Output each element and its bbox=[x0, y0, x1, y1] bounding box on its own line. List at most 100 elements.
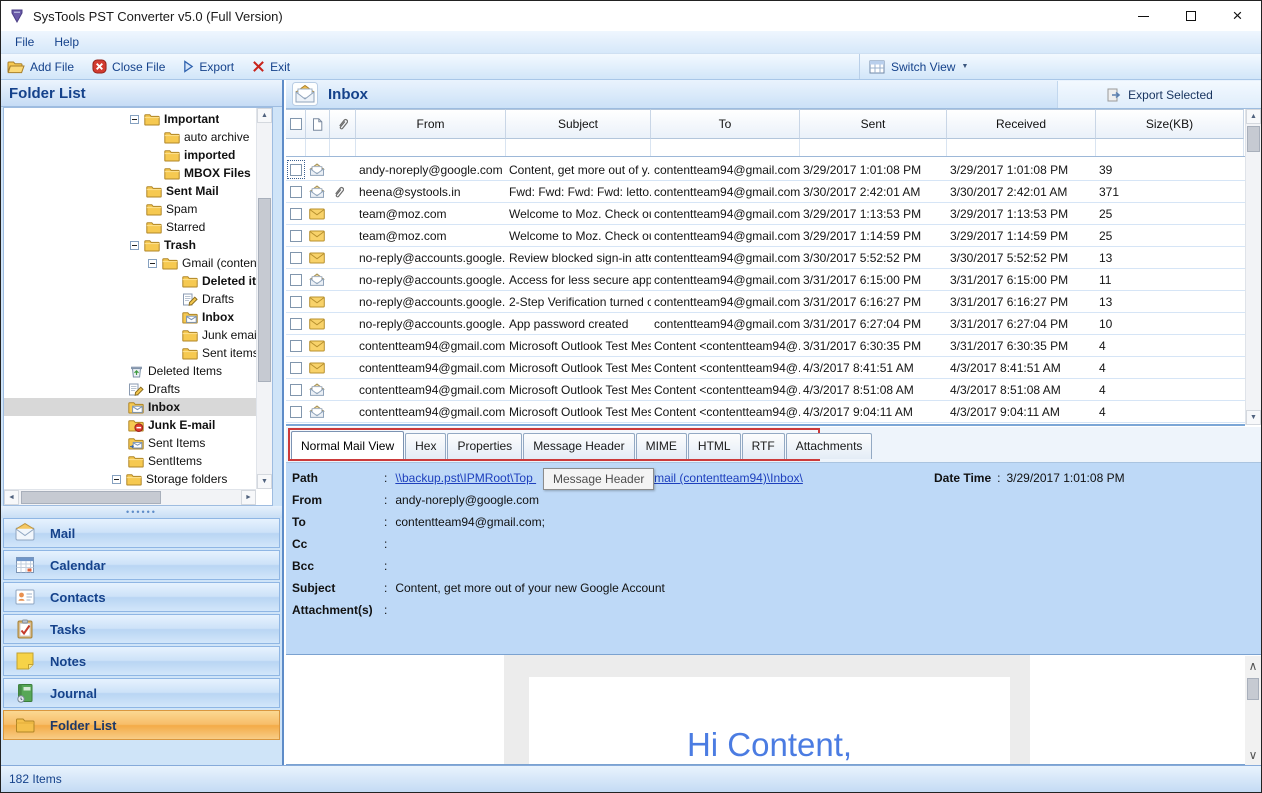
mail-row[interactable]: no-reply@accounts.google....App password… bbox=[286, 313, 1245, 335]
filter-cell[interactable] bbox=[306, 139, 330, 156]
close-button[interactable]: × bbox=[1214, 1, 1261, 31]
tree-item-imported[interactable]: imported bbox=[4, 146, 256, 164]
row-checkbox[interactable] bbox=[290, 274, 302, 286]
tree-item-storage-folders[interactable]: Storage folders bbox=[4, 470, 256, 488]
filter-cell[interactable] bbox=[286, 139, 306, 156]
collapse-expander-icon[interactable] bbox=[112, 475, 121, 484]
list-vertical-scrollbar[interactable]: ▲ ▼ bbox=[1245, 109, 1261, 425]
tree-item-sent-mail[interactable]: Sent Mail bbox=[4, 182, 256, 200]
column-size[interactable]: Size(KB) bbox=[1096, 109, 1244, 139]
tree-item-important[interactable]: Important bbox=[4, 110, 256, 128]
row-select-cell[interactable] bbox=[286, 291, 306, 312]
filter-cell[interactable] bbox=[330, 139, 356, 156]
row-select-cell[interactable] bbox=[286, 247, 306, 268]
scroll-left-icon[interactable]: ◄ bbox=[4, 490, 19, 505]
export-button[interactable]: Export bbox=[183, 60, 234, 74]
filter-cell[interactable] bbox=[800, 139, 947, 156]
row-select-cell[interactable] bbox=[286, 159, 306, 180]
row-checkbox[interactable] bbox=[290, 296, 302, 308]
tab-rtf[interactable]: RTF bbox=[742, 433, 785, 459]
mail-row[interactable]: heena@systools.inFwd: Fwd: Fwd: Fwd: let… bbox=[286, 181, 1245, 203]
preview-scrollbar[interactable]: ∧ ∨ bbox=[1245, 656, 1261, 765]
tree-item-sent-items[interactable]: Sent Items bbox=[4, 434, 256, 452]
mail-row[interactable]: team@moz.comWelcome to Moz. Check out...… bbox=[286, 203, 1245, 225]
row-select-cell[interactable] bbox=[286, 225, 306, 246]
row-checkbox[interactable] bbox=[290, 252, 302, 264]
scroll-up-icon[interactable]: ▲ bbox=[257, 108, 272, 123]
row-checkbox[interactable] bbox=[290, 406, 302, 418]
filter-cell[interactable] bbox=[651, 139, 800, 156]
export-selected-button[interactable]: Export Selected bbox=[1057, 81, 1261, 108]
column-to[interactable]: To bbox=[651, 109, 800, 139]
tree-item-drafts[interactable]: Drafts bbox=[4, 290, 256, 308]
column-sent[interactable]: Sent bbox=[800, 109, 947, 139]
tree-scroll-thumb[interactable] bbox=[258, 198, 271, 382]
mail-row[interactable]: contentteam94@gmail.comMicrosoft Outlook… bbox=[286, 401, 1245, 423]
row-select-cell[interactable] bbox=[286, 269, 306, 290]
minimize-button[interactable] bbox=[1120, 1, 1167, 31]
scroll-down-icon[interactable]: ▼ bbox=[1246, 410, 1261, 425]
tab-html[interactable]: HTML bbox=[688, 433, 741, 459]
nav-contacts[interactable]: Contacts bbox=[3, 582, 280, 612]
collapse-expander-icon[interactable] bbox=[148, 259, 157, 268]
row-select-cell[interactable] bbox=[286, 401, 306, 422]
tree-item-sent-items[interactable]: Sent items bbox=[4, 344, 256, 362]
filter-cell[interactable] bbox=[947, 139, 1096, 156]
tab-attachments[interactable]: Attachments bbox=[786, 433, 873, 459]
tree-item-deleted-ite[interactable]: Deleted ite bbox=[4, 272, 256, 290]
filter-cell[interactable] bbox=[356, 139, 506, 156]
mail-row[interactable]: contentteam94@gmail.comMicrosoft Outlook… bbox=[286, 335, 1245, 357]
tree-item-junk-email[interactable]: Junk email bbox=[4, 326, 256, 344]
nav-folder-list[interactable]: Folder List bbox=[3, 710, 280, 740]
scroll-right-icon[interactable]: ► bbox=[241, 490, 256, 505]
filter-cell[interactable] bbox=[1096, 139, 1244, 156]
tab-normal-mail-view[interactable]: Normal Mail View bbox=[291, 431, 404, 459]
tree-item-trash[interactable]: Trash bbox=[4, 236, 256, 254]
mail-row[interactable]: contentteam94@gmail.comMicrosoft Outlook… bbox=[286, 379, 1245, 401]
tab-mime[interactable]: MIME bbox=[636, 433, 687, 459]
tab-properties[interactable]: Properties bbox=[447, 433, 522, 459]
tree-item-inbox[interactable]: Inbox bbox=[4, 308, 256, 326]
tree-item-auto-archive[interactable]: auto archive bbox=[4, 128, 256, 146]
nav-tasks[interactable]: Tasks bbox=[3, 614, 280, 644]
row-checkbox[interactable] bbox=[290, 164, 302, 176]
column-subject[interactable]: Subject bbox=[506, 109, 651, 139]
menu-file[interactable]: File bbox=[15, 35, 34, 49]
tree-item-gmail-content[interactable]: Gmail (content bbox=[4, 254, 256, 272]
tab-message-header[interactable]: Message Header bbox=[523, 433, 634, 459]
tree-item-starred[interactable]: Starred bbox=[4, 218, 256, 236]
collapse-expander-icon[interactable] bbox=[130, 241, 139, 250]
tab-hex[interactable]: Hex bbox=[405, 433, 446, 459]
row-checkbox[interactable] bbox=[290, 208, 302, 220]
nav-calendar[interactable]: Calendar bbox=[3, 550, 280, 580]
list-scroll-thumb[interactable] bbox=[1247, 126, 1260, 152]
menu-help[interactable]: Help bbox=[54, 35, 79, 49]
column-from[interactable]: From bbox=[356, 109, 506, 139]
row-checkbox[interactable] bbox=[290, 362, 302, 374]
attachment-column-header[interactable] bbox=[330, 109, 356, 139]
tree-item-inbox[interactable]: Inbox bbox=[4, 398, 256, 416]
row-checkbox[interactable] bbox=[290, 186, 302, 198]
mail-row[interactable]: team@moz.comWelcome to Moz. Check out...… bbox=[286, 225, 1245, 247]
mail-row[interactable]: no-reply@accounts.google....2-Step Verif… bbox=[286, 291, 1245, 313]
select-all-checkbox[interactable] bbox=[290, 118, 302, 130]
mail-row[interactable]: contentteam94@gmail.comMicrosoft Outlook… bbox=[286, 357, 1245, 379]
tree-item-sentitems[interactable]: SentItems bbox=[4, 452, 256, 470]
column-received[interactable]: Received bbox=[947, 109, 1096, 139]
tree-vertical-scrollbar[interactable]: ▲ ▼ bbox=[256, 108, 272, 489]
tree-item-mbox-files[interactable]: MBOX Files bbox=[4, 164, 256, 182]
collapse-expander-icon[interactable] bbox=[130, 115, 139, 124]
row-select-cell[interactable] bbox=[286, 313, 306, 334]
row-checkbox[interactable] bbox=[290, 384, 302, 396]
scroll-down-icon[interactable]: ∨ bbox=[1245, 747, 1261, 763]
row-checkbox[interactable] bbox=[290, 230, 302, 242]
close-file-button[interactable]: Close File bbox=[92, 59, 165, 74]
mail-row[interactable]: no-reply@accounts.google....Access for l… bbox=[286, 269, 1245, 291]
maximize-button[interactable] bbox=[1167, 1, 1214, 31]
row-checkbox[interactable] bbox=[290, 318, 302, 330]
mail-row[interactable]: andy-noreply@google.comContent, get more… bbox=[286, 159, 1245, 181]
row-select-cell[interactable] bbox=[286, 181, 306, 202]
row-select-cell[interactable] bbox=[286, 335, 306, 356]
preview-scroll-thumb[interactable] bbox=[1247, 678, 1259, 700]
select-all-header-cell[interactable] bbox=[286, 109, 306, 139]
